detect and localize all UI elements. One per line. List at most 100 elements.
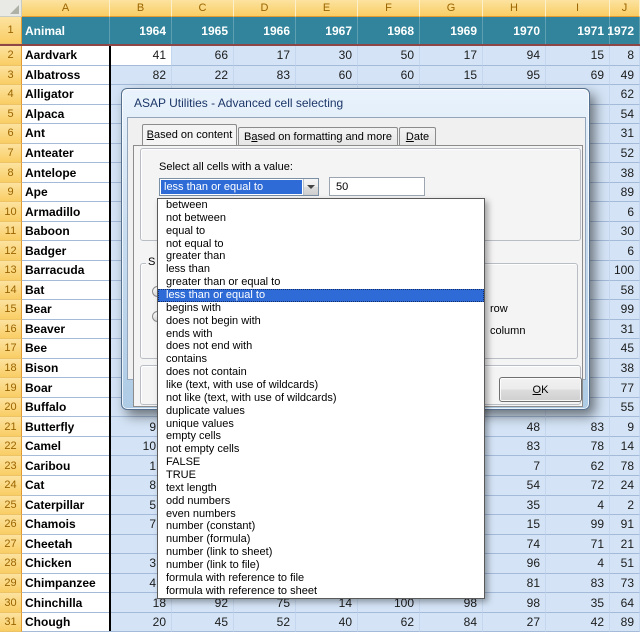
dialog-titlebar[interactable]: ASAP Utilities - Advanced cell selecting [122, 89, 589, 117]
cell-J9[interactable]: 89 [610, 182, 640, 203]
cell-I22[interactable]: 78 [546, 436, 610, 457]
dropdown-item[interactable]: number (link to sheet) [158, 546, 484, 559]
cell-A14[interactable]: Bat [22, 280, 110, 301]
row-header-10[interactable]: 10 [0, 202, 22, 222]
column-header-H[interactable]: H [483, 0, 546, 17]
cell-D2[interactable]: 17 [234, 46, 296, 66]
cell-I29[interactable]: 83 [546, 573, 610, 594]
column-header-A[interactable]: A [22, 0, 110, 17]
dropdown-item[interactable]: formula with reference to file [158, 572, 484, 585]
cell-J5[interactable]: 54 [610, 104, 640, 125]
cell-I25[interactable]: 4 [546, 495, 610, 516]
cell-A3[interactable]: Albatross [22, 65, 110, 86]
row-header-28[interactable]: 28 [0, 554, 22, 574]
cell-J17[interactable]: 45 [610, 339, 640, 359]
cell-F31[interactable]: 62 [358, 612, 420, 632]
row-header-3[interactable]: 3 [0, 65, 22, 86]
cell-J31[interactable]: 89 [610, 612, 640, 632]
cell-A22[interactable]: Camel [22, 436, 110, 457]
column-header-F[interactable]: F [358, 0, 420, 17]
cell-A28[interactable]: Chicken [22, 554, 110, 574]
cell-J11[interactable]: 30 [610, 221, 640, 242]
dropdown-item[interactable]: begins with [158, 302, 484, 315]
column-header-E[interactable]: E [296, 0, 358, 17]
cell-A9[interactable]: Ape [22, 182, 110, 203]
tab-based-on-formatting-and-more[interactable]: Based on formatting and more [238, 127, 398, 145]
cell-E31[interactable]: 40 [296, 612, 358, 632]
tab-date[interactable]: Date [399, 127, 436, 145]
row-header-24[interactable]: 24 [0, 476, 22, 496]
tab-based-on-content[interactable]: Based on content [142, 124, 237, 145]
cell-H24[interactable]: 54 [483, 476, 546, 496]
cell-J19[interactable]: 77 [610, 378, 640, 398]
cell-I26[interactable]: 99 [546, 515, 610, 535]
dropdown-item[interactable]: ends with [158, 328, 484, 341]
cell-F2[interactable]: 50 [358, 46, 420, 66]
dropdown-item[interactable]: equal to [158, 225, 484, 238]
cell-A15[interactable]: Bear [22, 300, 110, 320]
row-header-13[interactable]: 13 [0, 261, 22, 281]
cell-A26[interactable]: Chamois [22, 515, 110, 535]
column-header-G[interactable]: G [420, 0, 483, 17]
cell-H22[interactable]: 83 [483, 436, 546, 457]
dropdown-item[interactable]: not empty cells [158, 443, 484, 456]
column-header-J[interactable]: J [610, 0, 640, 17]
row-header-31[interactable]: 31 [0, 612, 22, 632]
cell-A12[interactable]: Badger [22, 241, 110, 262]
row-header-18[interactable]: 18 [0, 358, 22, 379]
column-header-C[interactable]: C [172, 0, 234, 17]
cell-H2[interactable]: 94 [483, 46, 546, 66]
row-header-16[interactable]: 16 [0, 319, 22, 340]
dropdown-item[interactable]: like (text, with use of wildcards) [158, 379, 484, 392]
row-header-22[interactable]: 22 [0, 436, 22, 457]
cell-A4[interactable]: Alligator [22, 85, 110, 105]
comparison-value-input[interactable] [329, 177, 425, 196]
dropdown-item[interactable]: TRUE [158, 469, 484, 482]
cell-G31[interactable]: 84 [420, 612, 483, 632]
row-header-12[interactable]: 12 [0, 241, 22, 262]
row-header-7[interactable]: 7 [0, 143, 22, 164]
cell-I2[interactable]: 15 [546, 46, 610, 66]
cell-J27[interactable]: 21 [610, 534, 640, 555]
dropdown-item[interactable]: not between [158, 212, 484, 225]
dropdown-item[interactable]: less than [158, 263, 484, 276]
cell-I31[interactable]: 42 [546, 612, 610, 632]
cell-J30[interactable]: 64 [610, 593, 640, 613]
row-header-11[interactable]: 11 [0, 221, 22, 242]
cell-A2[interactable]: Aardvark [22, 46, 110, 66]
cell-H21[interactable]: 48 [483, 417, 546, 437]
dropdown-item[interactable]: even numbers [158, 508, 484, 521]
cell-E3[interactable]: 60 [296, 65, 358, 86]
cell-J24[interactable]: 24 [610, 476, 640, 496]
cell-H29[interactable]: 81 [483, 573, 546, 594]
cell-B1[interactable]: 1964 [110, 17, 172, 44]
cell-D3[interactable]: 83 [234, 65, 296, 86]
row-header-4[interactable]: 4 [0, 85, 22, 105]
cell-J10[interactable]: 6 [610, 202, 640, 222]
cell-A29[interactable]: Chimpanzee [22, 573, 110, 594]
cell-B2[interactable]: 41 [110, 46, 172, 66]
dropdown-item[interactable]: odd numbers [158, 495, 484, 508]
cell-B31[interactable]: 20 [110, 612, 172, 632]
cell-A1[interactable]: Animal [22, 17, 110, 44]
dropdown-item[interactable]: number (link to file) [158, 559, 484, 572]
cell-C31[interactable]: 45 [172, 612, 234, 632]
cell-J26[interactable]: 91 [610, 515, 640, 535]
row-header-17[interactable]: 17 [0, 339, 22, 359]
cell-J14[interactable]: 58 [610, 280, 640, 301]
cell-A10[interactable]: Armadillo [22, 202, 110, 222]
row-header-6[interactable]: 6 [0, 124, 22, 144]
cell-I27[interactable]: 71 [546, 534, 610, 555]
cell-A16[interactable]: Beaver [22, 319, 110, 340]
column-header-D[interactable]: D [234, 0, 296, 17]
cell-J8[interactable]: 38 [610, 163, 640, 183]
dropdown-item[interactable]: number (formula) [158, 533, 484, 546]
cell-J12[interactable]: 6 [610, 241, 640, 262]
dropdown-item[interactable]: duplicate values [158, 405, 484, 418]
cell-A8[interactable]: Antelope [22, 163, 110, 183]
cell-H23[interactable]: 7 [483, 456, 546, 477]
cell-I3[interactable]: 69 [546, 65, 610, 86]
cell-J25[interactable]: 2 [610, 495, 640, 516]
cell-J21[interactable]: 9 [610, 417, 640, 437]
row-header-23[interactable]: 23 [0, 456, 22, 477]
